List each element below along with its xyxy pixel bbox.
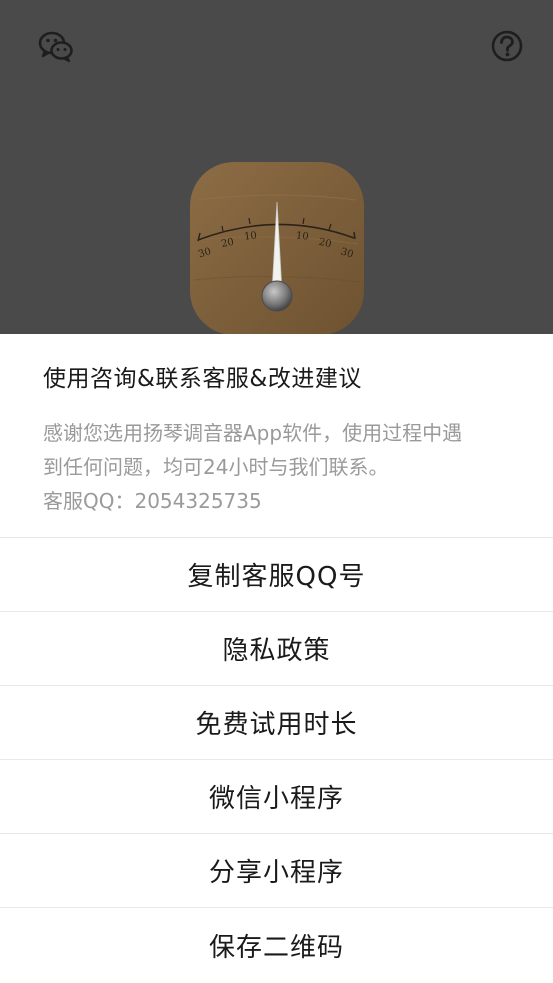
save-qrcode-button[interactable]: 保存二维码 — [0, 908, 553, 982]
wechat-miniprogram-button[interactable]: 微信小程序 — [0, 760, 553, 834]
tuner-dial: 30 20 10 10 20 30 — [188, 160, 366, 335]
sheet-description: 感谢您选用扬琴调音器App软件，使用过程中遇 到任何问题，均可24小时与我们联系… — [43, 416, 510, 484]
customer-service-qq: 客服QQ：2054325735 — [43, 489, 262, 513]
sheet-title: 使用咨询&联系客服&改进建议 — [43, 366, 362, 392]
copy-qq-button[interactable]: 复制客服QQ号 — [0, 538, 553, 612]
share-miniprogram-button[interactable]: 分享小程序 — [0, 834, 553, 908]
description-line: 到任何问题，均可24小时与我们联系。 — [43, 455, 389, 479]
privacy-policy-button[interactable]: 隐私政策 — [0, 612, 553, 686]
sheet-header: 使用咨询&联系客服&改进建议 感谢您选用扬琴调音器App软件，使用过程中遇 到任… — [0, 334, 553, 537]
free-trial-button[interactable]: 免费试用时长 — [0, 686, 553, 760]
scale-label: 10 — [244, 230, 258, 242]
help-icon[interactable] — [489, 28, 527, 66]
description-line: 感谢您选用扬琴调音器App软件，使用过程中遇 — [43, 421, 463, 445]
wechat-icon[interactable] — [37, 28, 75, 66]
action-sheet: 使用咨询&联系客服&改进建议 感谢您选用扬琴调音器App软件，使用过程中遇 到任… — [0, 334, 553, 983]
scale-label: 10 — [295, 230, 309, 242]
action-menu: 复制客服QQ号 隐私政策 免费试用时长 微信小程序 分享小程序 保存二维码 — [0, 537, 553, 982]
